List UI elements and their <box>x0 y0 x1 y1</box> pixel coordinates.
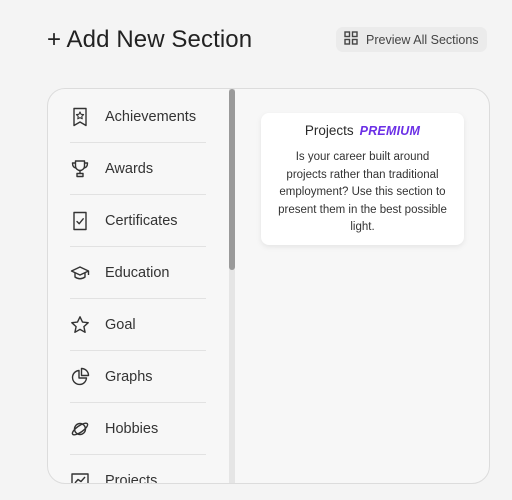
grid-icon <box>344 31 358 48</box>
section-preview-card[interactable]: Projects PREMIUM Is your career built aro… <box>261 113 464 245</box>
section-item-graphs[interactable]: Graphs <box>70 351 206 403</box>
trophy-icon <box>70 159 90 179</box>
award-badge-icon <box>70 107 90 127</box>
preview-all-sections-button[interactable]: Preview All Sections <box>336 27 487 52</box>
section-item-awards[interactable]: Awards <box>70 143 206 195</box>
section-item-label: Certificates <box>105 212 178 229</box>
premium-badge: PREMIUM <box>359 124 421 138</box>
planet-icon <box>70 419 90 439</box>
section-list: Achievements Awards Certificates Educati… <box>48 89 228 483</box>
chart-board-icon <box>70 471 90 483</box>
section-item-label: Graphs <box>105 368 153 385</box>
section-item-certificates[interactable]: Certificates <box>70 195 206 247</box>
section-item-label: Education <box>105 264 170 281</box>
preview-label: Preview All Sections <box>366 32 479 47</box>
section-item-label: Projects <box>105 472 158 484</box>
certificate-icon <box>70 211 90 231</box>
card-header: Projects PREMIUM <box>261 123 464 138</box>
card-title: Projects <box>304 123 354 138</box>
section-item-projects[interactable]: Projects <box>70 455 206 484</box>
section-item-goal[interactable]: Goal <box>70 299 206 351</box>
section-item-label: Awards <box>105 160 154 177</box>
section-item-hobbies[interactable]: Hobbies <box>70 403 206 455</box>
graduation-cap-icon <box>70 263 90 283</box>
section-item-label: Hobbies <box>105 420 159 437</box>
section-item-education[interactable]: Education <box>70 247 206 299</box>
page-title: + Add New Section <box>47 26 253 53</box>
pie-chart-icon <box>70 367 90 387</box>
card-description: Is your career built around projects rat… <box>278 151 447 233</box>
sections-panel: Achievements Awards Certificates Educati… <box>47 88 490 484</box>
section-item-label: Goal <box>105 316 136 333</box>
scrollbar-thumb[interactable] <box>229 89 235 270</box>
section-item-achievements[interactable]: Achievements <box>70 91 206 143</box>
star-icon <box>70 315 90 335</box>
section-item-label: Achievements <box>105 108 197 125</box>
